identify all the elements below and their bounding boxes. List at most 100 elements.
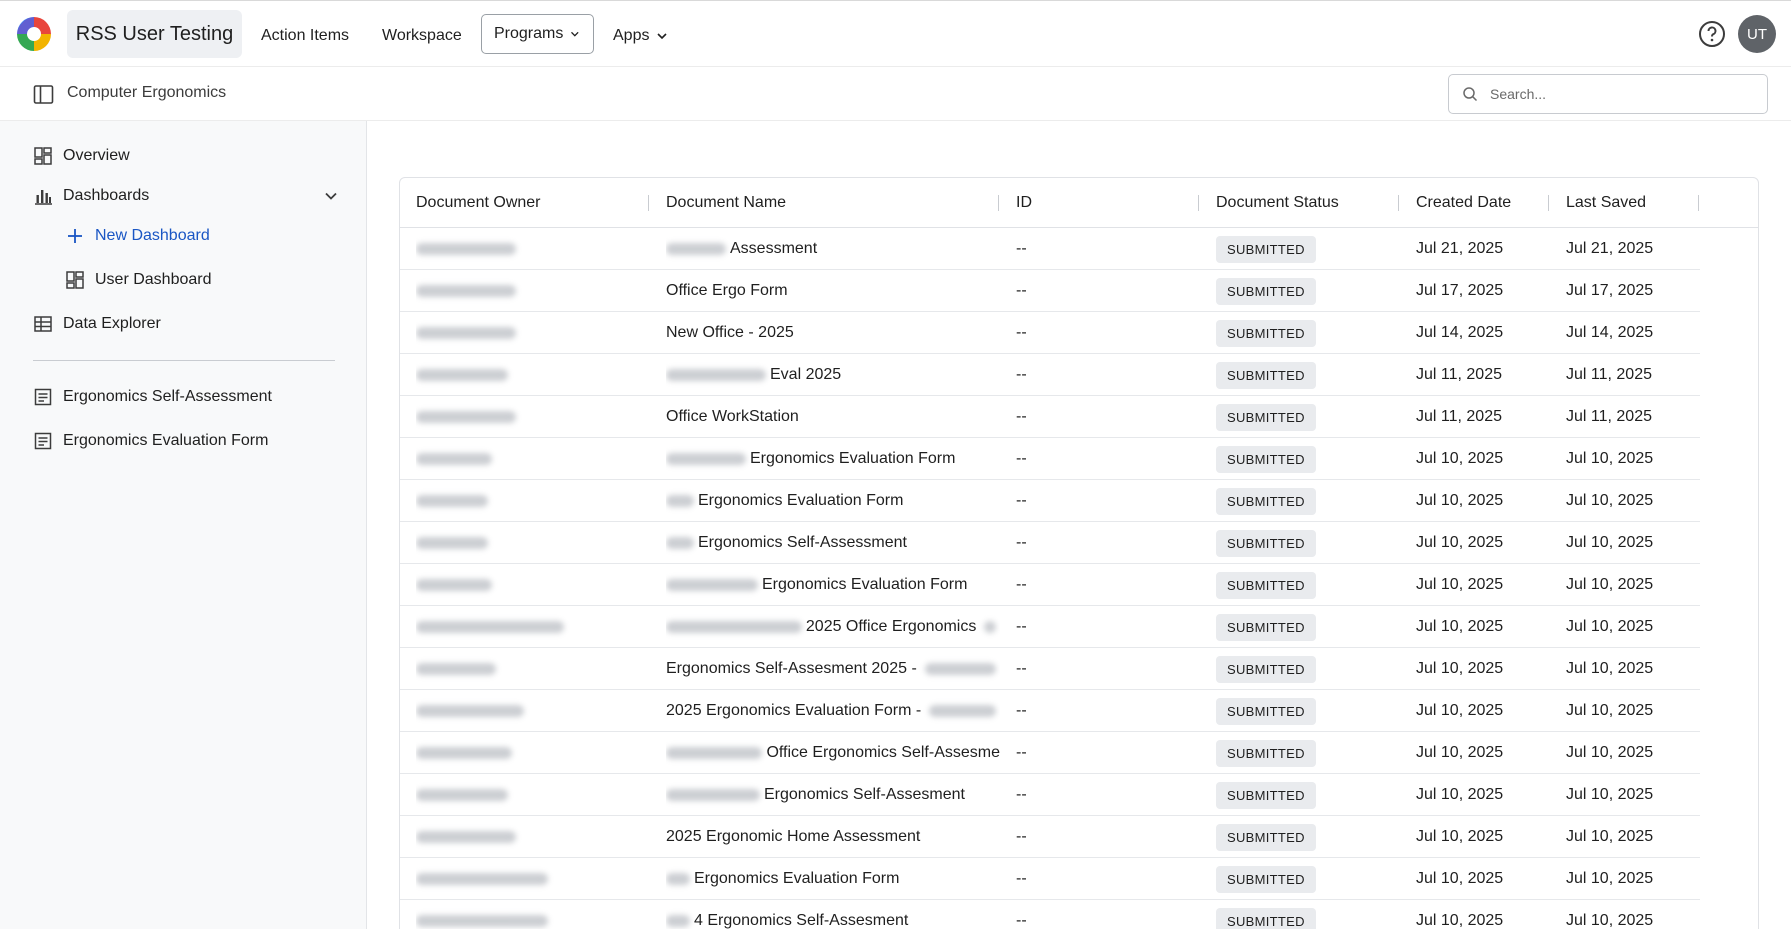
redacted-name-prefix <box>666 915 690 927</box>
document-name-cell[interactable]: Ergonomics Self-Assessment <box>666 522 1000 564</box>
last-saved-cell: Jul 10, 2025 <box>1566 744 1654 761</box>
redacted-owner-name <box>416 915 548 927</box>
table-row[interactable]: Assessment -- Jul 21, 2025 Jul 21, 2025 SUBM… <box>400 228 1700 270</box>
document-owner-cell <box>416 774 646 816</box>
document-name-cell[interactable]: Assessment <box>666 228 1000 270</box>
document-id-cell: -- <box>1016 408 1027 425</box>
table-row[interactable]: Ergonomics Evaluation Form -- Jul 10, 2025… <box>400 858 1700 900</box>
column-header-created[interactable]: Created Date <box>1416 178 1511 228</box>
column-resize-handle[interactable] <box>1698 195 1699 211</box>
status-badge: SUBMITTED <box>1216 697 1316 725</box>
status-badge: SUBMITTED <box>1216 571 1316 599</box>
document-name-cell[interactable]: Office Ergonomics Self-Assesme <box>666 732 1000 774</box>
column-header-saved[interactable]: Last Saved <box>1566 178 1646 228</box>
document-owner-cell <box>416 690 646 732</box>
document-name-cell[interactable]: Ergonomics Evaluation Form <box>666 564 1000 606</box>
table-row[interactable]: 2025 Ergonomics Evaluation Form - -- Jul 1… <box>400 690 1700 732</box>
column-header-id[interactable]: ID <box>1016 178 1032 228</box>
sidebar-item-label: Overview <box>63 147 130 164</box>
table-row[interactable]: Ergonomics Evaluation Form -- Jul 10, 2025… <box>400 438 1700 480</box>
document-name-cell[interactable]: Eval 2025 <box>666 354 1000 396</box>
document-status-cell: SUBMITTED <box>1216 312 1316 354</box>
document-name-cell[interactable]: Ergonomics Self-Assesment 2025 - <box>666 648 1000 690</box>
last-saved-cell: Jul 14, 2025 <box>1566 324 1654 341</box>
nav-programs-dropdown[interactable]: Programs <box>481 14 594 54</box>
table-row[interactable]: 2025 Ergonomic Home Assessment -- Jul 10, … <box>400 816 1700 858</box>
column-header-owner[interactable]: Document Owner <box>416 178 541 228</box>
column-resize-handle[interactable] <box>1398 195 1399 211</box>
nav-action-items[interactable]: Action Items <box>261 16 349 56</box>
document-name-text: 2025 Office Ergonomics <box>805 618 977 635</box>
sidebar-item-data-explorer[interactable]: Data Explorer <box>33 309 161 339</box>
document-name-cell[interactable]: Office Ergo Form <box>666 270 1000 312</box>
redacted-owner-name <box>416 747 512 759</box>
sidebar-item-user-dashboard[interactable]: User Dashboard <box>65 265 212 295</box>
column-header-status[interactable]: Document Status <box>1216 178 1339 228</box>
status-badge: SUBMITTED <box>1216 277 1316 305</box>
documents-table: Document Owner Document Name ID Document… <box>399 177 1759 929</box>
table-row[interactable]: Ergonomics Self-Assessment -- Jul 10, 2025… <box>400 522 1700 564</box>
sidebar-item-new-dashboard[interactable]: New Dashboard <box>65 221 210 251</box>
table-row[interactable]: Ergonomics Self-Assesment 2025 - -- Jul 10… <box>400 648 1700 690</box>
search-input[interactable] <box>1490 86 1750 102</box>
nav-workspace[interactable]: Workspace <box>382 16 462 56</box>
redacted-name-prefix <box>666 243 726 255</box>
table-row[interactable]: Office Ergonomics Self-Assesme -- Jul 10, … <box>400 732 1700 774</box>
sidebar-item-overview[interactable]: Overview <box>33 141 130 171</box>
document-name-cell[interactable]: 4 Ergonomics Self-Assesment <box>666 900 1000 929</box>
table-row[interactable]: Ergonomics Evaluation Form -- Jul 10, 2025… <box>400 480 1700 522</box>
table-row[interactable]: New Office - 2025 -- Jul 14, 2025 Jul 14, 2… <box>400 312 1700 354</box>
table-row[interactable]: Eval 2025 -- Jul 11, 2025 Jul 11, 2025 SUBMI… <box>400 354 1700 396</box>
redacted-name-suffix <box>929 705 996 717</box>
document-name-cell[interactable]: New Office - 2025 <box>666 312 1000 354</box>
grid-icon <box>66 271 84 289</box>
grid-icon <box>34 147 52 165</box>
document-id-cell: -- <box>1016 744 1027 761</box>
created-date-cell: Jul 10, 2025 <box>1416 702 1504 719</box>
form-icon <box>34 432 52 450</box>
app-logo-icon[interactable] <box>14 14 54 54</box>
document-name-cell[interactable]: Ergonomics Self-Assesment <box>666 774 1000 816</box>
document-name-cell[interactable]: Ergonomics Evaluation Form <box>666 480 1000 522</box>
redacted-owner-name <box>416 453 492 465</box>
help-icon[interactable] <box>1698 20 1726 48</box>
document-status-cell: SUBMITTED <box>1216 438 1316 480</box>
sidebar-item-evaluation-form[interactable]: Ergonomics Evaluation Form <box>33 426 268 456</box>
document-name-cell[interactable]: 2025 Ergonomic Home Assessment <box>666 816 1000 858</box>
table-row[interactable]: 2025 Office Ergonomics -- Jul 10, 2025 Jul … <box>400 606 1700 648</box>
created-date-cell: Jul 10, 2025 <box>1416 660 1504 677</box>
redacted-owner-name <box>416 705 524 717</box>
sidebar-item-self-assessment[interactable]: Ergonomics Self-Assessment <box>33 382 272 412</box>
column-resize-handle[interactable] <box>998 195 999 211</box>
document-name-cell[interactable]: Ergonomics Evaluation Form <box>666 438 1000 480</box>
redacted-name-suffix <box>924 663 996 675</box>
document-name-cell[interactable]: Office WorkStation <box>666 396 1000 438</box>
app-title[interactable]: RSS User Testing <box>67 10 242 58</box>
redacted-owner-name <box>416 495 488 507</box>
column-resize-handle[interactable] <box>1198 195 1199 211</box>
search-icon <box>1463 87 1478 102</box>
created-date-cell: Jul 11, 2025 <box>1416 408 1502 425</box>
redacted-owner-name <box>416 537 488 549</box>
table-row[interactable]: Office WorkStation -- Jul 11, 2025 Jul 11, … <box>400 396 1700 438</box>
column-header-name[interactable]: Document Name <box>666 178 786 228</box>
table-row[interactable]: Ergonomics Evaluation Form -- Jul 10, 2025… <box>400 564 1700 606</box>
document-owner-cell <box>416 270 646 312</box>
status-badge: SUBMITTED <box>1216 235 1316 263</box>
chevron-down-icon[interactable] <box>322 187 340 205</box>
document-name-cell[interactable]: Ergonomics Evaluation Form <box>666 858 1000 900</box>
table-row[interactable]: 4 Ergonomics Self-Assesment -- Jul 10, 202… <box>400 900 1700 929</box>
document-name-cell[interactable]: 2025 Ergonomics Evaluation Form - <box>666 690 1000 732</box>
user-avatar[interactable]: UT <box>1738 15 1776 53</box>
nav-apps-dropdown[interactable]: Apps <box>613 16 669 56</box>
column-resize-handle[interactable] <box>1548 195 1549 211</box>
column-resize-handle[interactable] <box>648 195 649 211</box>
search-box[interactable] <box>1448 74 1768 114</box>
redacted-owner-name <box>416 789 508 801</box>
table-row[interactable]: Office Ergo Form -- Jul 17, 2025 Jul 17, 20… <box>400 270 1700 312</box>
sidebar-toggle-icon[interactable] <box>33 84 54 105</box>
status-badge: SUBMITTED <box>1216 907 1316 929</box>
document-name-cell[interactable]: 2025 Office Ergonomics <box>666 606 1000 648</box>
table-row[interactable]: Ergonomics Self-Assesment -- Jul 10, 2025 J… <box>400 774 1700 816</box>
sidebar-item-dashboards[interactable]: Dashboards <box>33 181 149 211</box>
